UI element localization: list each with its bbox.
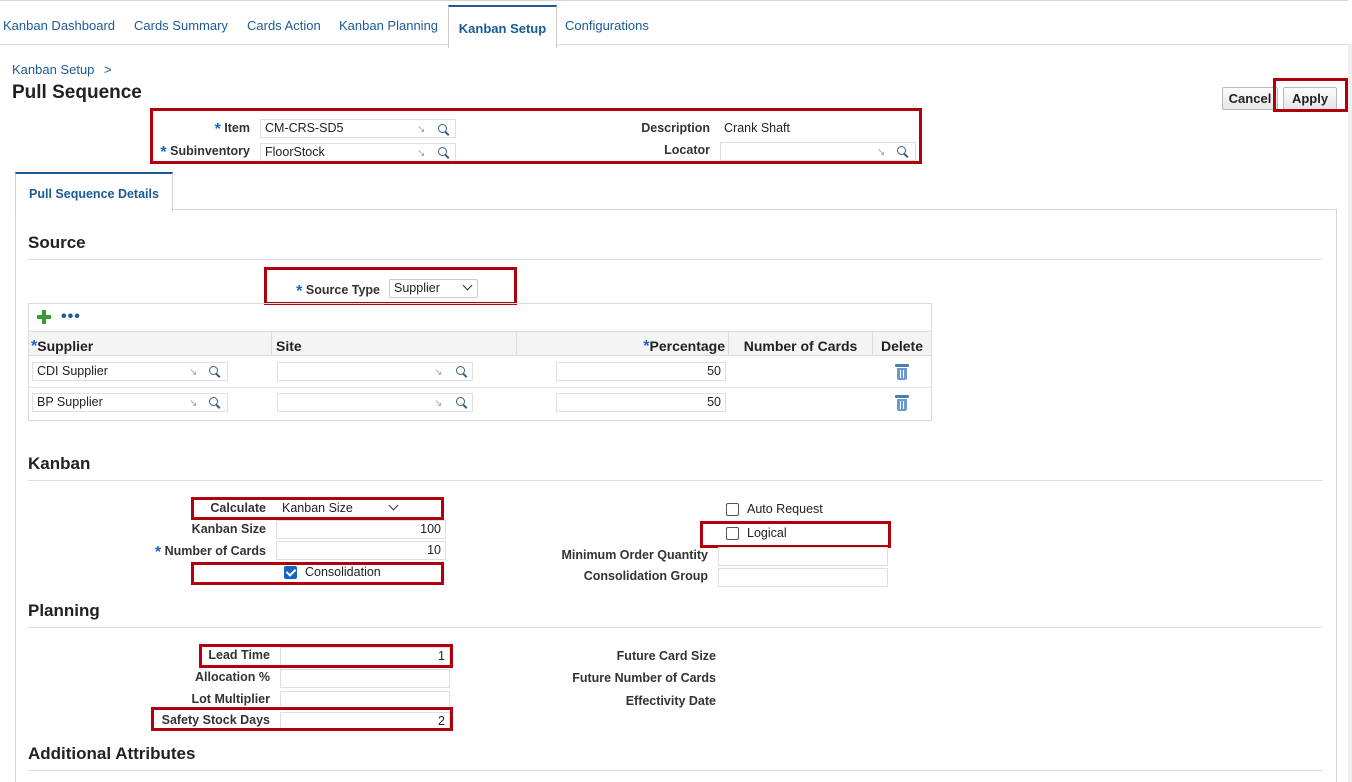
col-header-site: Site: [272, 331, 517, 356]
col-header-percentage-text: Percentage: [649, 338, 725, 354]
highlight-logical: [700, 521, 891, 548]
top-nav: Kanban Dashboard Cards Summary Cards Act…: [0, 0, 1348, 48]
highlight-source-type: [264, 267, 517, 305]
col-header-supplier: *Supplier: [29, 331, 272, 356]
source-divider: [28, 259, 1323, 260]
tab-kanban-setup[interactable]: Kanban Setup: [448, 5, 557, 48]
kanban-divider: [28, 480, 1323, 481]
number-of-cards-label-text: Number of Cards: [164, 544, 266, 558]
row2-site-input[interactable]: [277, 393, 473, 412]
min-order-qty-input[interactable]: [718, 547, 888, 566]
highlight-consolidation: [191, 562, 444, 585]
row-divider: [29, 387, 931, 388]
breadcrumb: Kanban Setup >: [12, 62, 112, 77]
allocation-input[interactable]: [280, 669, 450, 688]
col-header-delete: Delete: [873, 331, 931, 356]
row2-delete-icon[interactable]: [895, 395, 909, 411]
kanban-heading: Kanban: [28, 454, 91, 473]
highlight-calculate: [191, 497, 444, 520]
consolidation-group-label: Consolidation Group: [583, 569, 708, 583]
auto-request-label: Auto Request: [747, 502, 823, 516]
row1-percentage-input[interactable]: 50: [556, 362, 726, 381]
additional-divider: [28, 770, 1323, 771]
row2-site-search-icon[interactable]: [456, 397, 465, 406]
consolidation-group-input[interactable]: [718, 568, 888, 587]
highlight-apply: [1273, 78, 1348, 112]
required-marker: *: [154, 544, 162, 561]
lov-arrow-icon: ↘: [434, 367, 443, 378]
future-card-size-label: Future Card Size: [616, 649, 716, 663]
highlight-header: [150, 108, 922, 164]
effectivity-date-label: Effectivity Date: [625, 694, 716, 708]
row2-supplier-search-icon[interactable]: [209, 397, 218, 406]
allocation-label: Allocation %: [194, 670, 270, 684]
col-header-supplier-text: Supplier: [37, 338, 94, 354]
row2-percentage-input[interactable]: 50: [556, 393, 726, 412]
tab-pull-sequence-details[interactable]: Pull Sequence Details: [15, 172, 173, 212]
row1-delete-icon[interactable]: [895, 364, 909, 380]
row1-site-input[interactable]: [277, 362, 473, 381]
tab-cards-summary[interactable]: Cards Summary: [134, 1, 228, 43]
kanban-size-label: Kanban Size: [191, 522, 266, 536]
tab-divider: [15, 209, 1335, 210]
lov-arrow-icon: ↘: [189, 367, 198, 378]
tab-cards-action[interactable]: Cards Action: [247, 1, 321, 43]
row1-supplier-search-icon[interactable]: [209, 366, 218, 375]
breadcrumb-kanban-setup[interactable]: Kanban Setup: [12, 62, 94, 77]
row1-site-search-icon[interactable]: [456, 366, 465, 375]
col-header-percentage: *Percentage: [517, 331, 729, 356]
required-marker: *: [643, 338, 650, 355]
highlight-lead-time: [199, 644, 453, 668]
auto-request-checkbox[interactable]: [726, 503, 739, 516]
breadcrumb-separator: >: [104, 62, 112, 77]
future-number-of-cards-label: Future Number of Cards: [572, 671, 716, 685]
planning-divider: [28, 627, 1323, 628]
col-header-number-of-cards: Number of Cards: [729, 331, 873, 356]
lot-multiplier-label: Lot Multiplier: [191, 692, 270, 706]
supplier-table: *Supplier Site *Percentage Number of Car…: [28, 303, 932, 421]
min-order-qty-label: Minimum Order Quantity: [561, 548, 708, 562]
additional-attributes-heading: Additional Attributes: [28, 744, 196, 763]
highlight-safety-stock: [151, 707, 453, 731]
tab-kanban-planning[interactable]: Kanban Planning: [339, 1, 438, 43]
number-of-cards-label: * Number of Cards: [130, 542, 266, 561]
required-marker: *: [31, 338, 38, 355]
row1-supplier-input[interactable]: CDI Supplier: [32, 362, 228, 381]
tab-kanban-dashboard[interactable]: Kanban Dashboard: [3, 1, 115, 43]
lov-arrow-icon: ↘: [434, 398, 443, 409]
row2-supplier-input[interactable]: BP Supplier: [32, 393, 228, 412]
page-title: Pull Sequence: [12, 82, 142, 103]
planning-heading: Planning: [28, 601, 100, 620]
lov-arrow-icon: ↘: [189, 398, 198, 409]
kanban-size-input[interactable]: 100: [276, 520, 446, 539]
number-of-cards-input[interactable]: 10: [276, 541, 446, 560]
page-scrollbar[interactable]: [1348, 44, 1352, 782]
tab-configurations[interactable]: Configurations: [565, 1, 649, 43]
source-heading: Source: [28, 233, 86, 252]
cancel-button[interactable]: Cancel: [1222, 87, 1278, 110]
